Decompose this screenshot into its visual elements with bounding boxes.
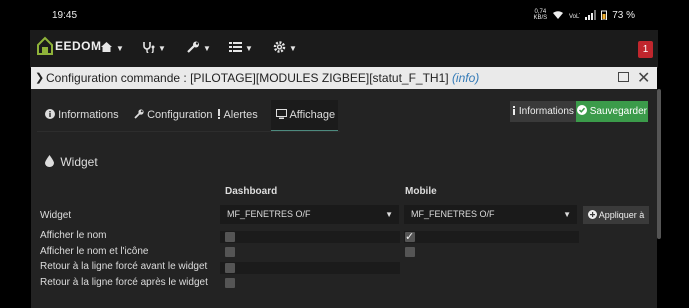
volte-icon: VoLTE	[569, 14, 580, 20]
informations-button[interactable]: Informations	[510, 101, 576, 122]
chevron-down-icon: ▼	[158, 44, 166, 53]
stethoscope-icon	[143, 42, 155, 55]
apply-to-button[interactable]: Appliquer à	[583, 206, 649, 224]
option-label: Afficher le nom et l'icône	[40, 246, 149, 257]
option-label: Retour à la ligne forcé avant le widget	[40, 261, 208, 272]
row-background	[220, 262, 400, 274]
battery-icon	[601, 10, 608, 20]
chevron-down-icon: ▼	[563, 210, 571, 219]
save-button[interactable]: Sauvegarder	[576, 101, 648, 122]
checkmark-icon: ✓	[405, 231, 415, 243]
info-icon	[513, 106, 516, 115]
status-bar: 19:45 0,74 KB/S VoLTE 73 %	[0, 0, 689, 30]
check-circle-icon	[576, 105, 587, 115]
mobile-column-header: Mobile	[405, 186, 437, 197]
tools-menu[interactable]: ▼	[187, 41, 211, 56]
tab-alertes[interactable]: Alertes	[217, 100, 258, 130]
signal-icon	[585, 10, 597, 20]
widget-label: Widget	[40, 210, 72, 221]
chevron-down-icon: ▼	[203, 44, 211, 53]
network-rate: 0,74 KB/S	[533, 9, 548, 21]
row-background	[220, 231, 400, 243]
status-icons: 0,74 KB/S VoLTE 73 %	[534, 9, 635, 21]
home-icon	[101, 42, 112, 52]
battery-level: 73 %	[612, 9, 635, 21]
dashboard-widget-select[interactable]: MF_FENETRES O/F ▼	[220, 205, 399, 224]
exclamation-icon	[218, 109, 220, 119]
wifi-icon	[553, 11, 564, 19]
notification-badge[interactable]: 1	[638, 41, 653, 58]
dashboard-linebreak-before-checkbox[interactable]	[225, 263, 235, 273]
mobile-widget-select[interactable]: MF_FENETRES O/F ▼	[404, 205, 577, 224]
clock: 19:45	[52, 10, 78, 21]
modal-titlebar: ❯ Configuration commande : [PILOTAGE][MO…	[31, 67, 657, 89]
mobile-show-name-icon-checkbox[interactable]	[405, 247, 415, 257]
home-menu[interactable]: ▼	[100, 41, 124, 56]
scrollbar[interactable]	[657, 89, 661, 239]
desktop-icon	[276, 109, 287, 119]
tab-bar: Informations Configuration Alertes Affic…	[37, 100, 340, 132]
modal-title: Configuration commande : [PILOTAGE][MODU…	[46, 71, 480, 85]
wrench-icon	[187, 41, 199, 53]
settings-menu[interactable]: ▼	[273, 41, 297, 56]
gear-icon	[273, 41, 286, 53]
tasks-icon	[229, 42, 242, 52]
tint-icon	[45, 155, 54, 167]
option-label: Retour à la ligne forcé après le widget	[40, 277, 208, 288]
modal-content: Informations Configuration Alertes Affic…	[31, 89, 657, 308]
info-link[interactable]: (info)	[452, 71, 479, 85]
close-icon[interactable]: ✕	[637, 68, 650, 88]
top-navbar: EEDOM ▼ ▼ ▼ ▼ ▼	[30, 30, 658, 68]
chevron-down-icon: ▼	[289, 44, 297, 53]
row-background	[404, 231, 579, 243]
tab-affichage[interactable]: Affichage	[271, 100, 338, 131]
tab-configuration[interactable]: Configuration	[134, 100, 213, 130]
plus-circle-icon	[587, 210, 597, 219]
tab-informations[interactable]: Informations	[45, 100, 119, 130]
chevron-down-icon: ▼	[385, 210, 393, 219]
chevron-down-icon: ▼	[245, 44, 253, 53]
logo-text: EEDOM	[55, 39, 102, 53]
option-label: Afficher le nom	[40, 230, 107, 241]
chevron-down-icon: ▼	[116, 44, 124, 53]
chevron-right-icon[interactable]: ❯	[35, 71, 44, 84]
wrench-icon	[134, 109, 144, 119]
info-circle-icon	[45, 109, 55, 119]
svg-text:VoLTE: VoLTE	[569, 14, 580, 20]
analysis-menu[interactable]: ▼	[142, 41, 166, 56]
section-title: Widget	[45, 155, 98, 169]
restore-window-icon[interactable]	[618, 72, 629, 82]
house-logo-icon	[37, 36, 53, 55]
jeedom-logo[interactable]: EEDOM	[36, 36, 102, 56]
plugins-menu[interactable]: ▼	[229, 41, 253, 56]
dashboard-show-name-icon-checkbox[interactable]	[225, 247, 235, 257]
dashboard-column-header: Dashboard	[225, 186, 278, 197]
dashboard-linebreak-after-checkbox[interactable]	[225, 278, 235, 288]
dashboard-show-name-checkbox[interactable]	[225, 232, 235, 242]
